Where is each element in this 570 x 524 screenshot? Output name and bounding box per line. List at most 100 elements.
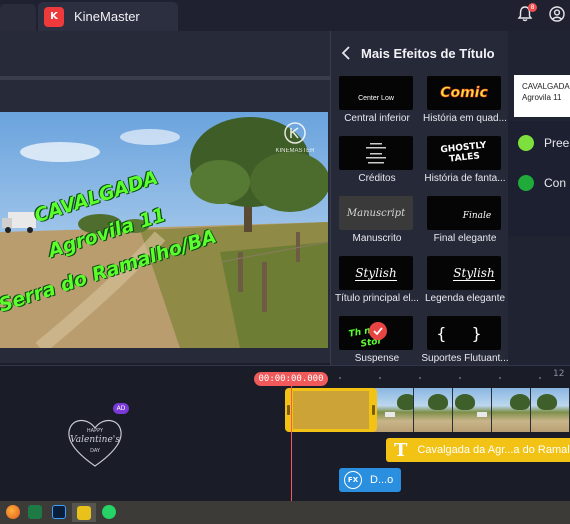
effect-finale[interactable]: Finale Final elegante [421, 196, 509, 256]
effect-label: Título principal el... [335, 293, 419, 304]
options-panel: CAVALGADA Agrovila 11 Pree Con [508, 31, 570, 365]
effect-label: Legenda elegante [424, 293, 506, 304]
ruler-ticks [339, 377, 541, 379]
notification-badge: 8 [528, 3, 537, 12]
asset-badge: AD [113, 403, 129, 414]
video-preview[interactable]: CAVALGADA Agrovila 11 Serra do Ramalho/B… [0, 112, 328, 348]
brackets-thumb: { } [427, 316, 501, 350]
comic-thumb: Comic [427, 76, 501, 110]
app-title: KineMaster [74, 9, 140, 24]
effect-center-low[interactable]: Center Low Central inferior [333, 76, 421, 136]
thumb-text: Manuscript [346, 207, 406, 219]
asset-text-2: Valentine's [70, 435, 120, 445]
panel-header: Mais Efeitos de Título [331, 31, 509, 75]
text-layer-clip[interactable]: T Cavalgada da Agr...a do Ramalho/BA [386, 438, 570, 462]
preview-line-2: Agrovila 11 [522, 93, 562, 102]
asset-text-1: HAPPY [86, 428, 104, 434]
credits-thumb [339, 136, 413, 170]
option-1-label: Pree [544, 136, 570, 150]
effect-layer-clip[interactable]: FX D...o [339, 468, 401, 492]
timeline[interactable]: 00:00:00.000 12 HAPPY Valentine's DAY AD [0, 365, 570, 501]
effect-label: Suspense [354, 353, 400, 364]
taskbar-active-app[interactable] [72, 503, 96, 522]
chevron-left-icon [341, 46, 350, 60]
asset-text-3: DAY [90, 448, 100, 454]
title-bar-actions: 8 [516, 3, 566, 23]
kinemaster-logo-icon: K [44, 6, 64, 27]
app-root: K KineMaster 8 CAVALGADA Agrovila 11 Ser… [0, 0, 570, 524]
thumb-text: Stylish [453, 265, 495, 281]
photoshop-icon[interactable] [52, 505, 66, 519]
suspense-thumb: Th ng Stor [339, 316, 413, 350]
thumb-text: Finale [462, 211, 492, 221]
playhead[interactable] [291, 386, 292, 501]
watermark-text: KINEMASTER [275, 148, 315, 154]
effect-label: História de fanta... [424, 173, 506, 184]
clip-frames[interactable] [375, 388, 570, 432]
text-layer-icon: T [394, 439, 408, 461]
effect-ghostly-tales[interactable]: GHOSTLY TALES História de fanta... [421, 136, 509, 196]
effect-stylish-caption[interactable]: Stylish Legenda elegante [421, 256, 509, 316]
trim-handle-left[interactable] [287, 405, 290, 415]
timecode-display: 00:00:00.000 [254, 372, 328, 386]
app-tab[interactable]: K KineMaster [38, 2, 178, 31]
kinemaster-watermark-icon [284, 122, 306, 144]
preview-area: CAVALGADA Agrovila 11 Serra do Ramalho/B… [0, 31, 330, 363]
thumb-text: { } [436, 323, 492, 343]
thumb-text: GHOSTLY TALES [440, 140, 487, 165]
thumb-text: Stylish [355, 265, 397, 281]
effect-comic[interactable]: Comic História em quad... [421, 76, 509, 136]
back-button[interactable] [339, 46, 353, 60]
notification-button[interactable]: 8 [516, 3, 537, 23]
clip-frame [414, 388, 453, 432]
manuscript-thumb: Manuscript [339, 196, 413, 230]
kinemaster-watermark: KINEMASTER [270, 122, 320, 154]
stylish-thumb: Stylish [339, 256, 413, 290]
effect-manuscript[interactable]: Manuscript Manuscrito [333, 196, 421, 256]
effect-label: Manuscrito [352, 233, 402, 244]
clip-frame [453, 388, 492, 432]
text-layer-label: Cavalgada da Agr...a do Ramalho/BA [417, 444, 570, 456]
user-circle-icon [549, 6, 565, 22]
option-row-1[interactable]: Pree [518, 135, 569, 151]
firefox-icon[interactable] [6, 505, 20, 519]
effect-label: Final elegante [433, 233, 497, 244]
valentine-asset-thumb[interactable]: HAPPY Valentine's DAY [62, 414, 128, 470]
effect-label: Suportes Flutuant... [421, 353, 509, 364]
fx-icon: FX [344, 471, 362, 489]
effect-label: Créditos [358, 173, 396, 184]
preview-divider [0, 76, 330, 80]
fx-layer-label: D...o [370, 474, 394, 486]
option-2-color-dot [518, 175, 534, 191]
thumb-text: Center Low [358, 94, 394, 102]
center-low-thumb: Center Low [339, 76, 413, 110]
selected-check-icon [369, 322, 387, 340]
os-taskbar [0, 501, 570, 524]
effect-credits[interactable]: Créditos [333, 136, 421, 196]
option-1-color-dot [518, 135, 534, 151]
effect-stylish-title[interactable]: Stylish Título principal el... [333, 256, 421, 316]
option-row-2[interactable]: Con [518, 175, 566, 191]
effect-label: História em quad... [423, 113, 507, 124]
trim-handle-right[interactable] [372, 405, 375, 415]
panel-title: Mais Efeitos de Título [361, 45, 495, 61]
selected-clip[interactable] [285, 388, 377, 432]
ghostly-thumb: GHOSTLY TALES [427, 136, 501, 170]
option-2-label: Con [544, 176, 567, 190]
whatsapp-icon[interactable] [102, 505, 116, 519]
clip-frame [531, 388, 570, 432]
selected-clip-thumb [293, 391, 369, 429]
browser-tab-blank[interactable] [0, 4, 36, 31]
preview-line-1: CAVALGADA [522, 82, 570, 91]
kinemaster-taskbar-icon [77, 506, 91, 520]
effect-label: Central inferior [344, 113, 410, 124]
excel-icon[interactable] [28, 505, 42, 519]
finale-thumb: Finale [427, 196, 501, 230]
account-button[interactable] [548, 5, 566, 23]
thumb-text: Comic [440, 85, 488, 102]
options-block: Pree Con [508, 121, 570, 236]
title-bar: K KineMaster 8 [0, 0, 570, 31]
clip-frame [492, 388, 531, 432]
stylish-caption-thumb: Stylish [427, 256, 501, 290]
text-preview-box: CAVALGADA Agrovila 11 [514, 75, 570, 117]
